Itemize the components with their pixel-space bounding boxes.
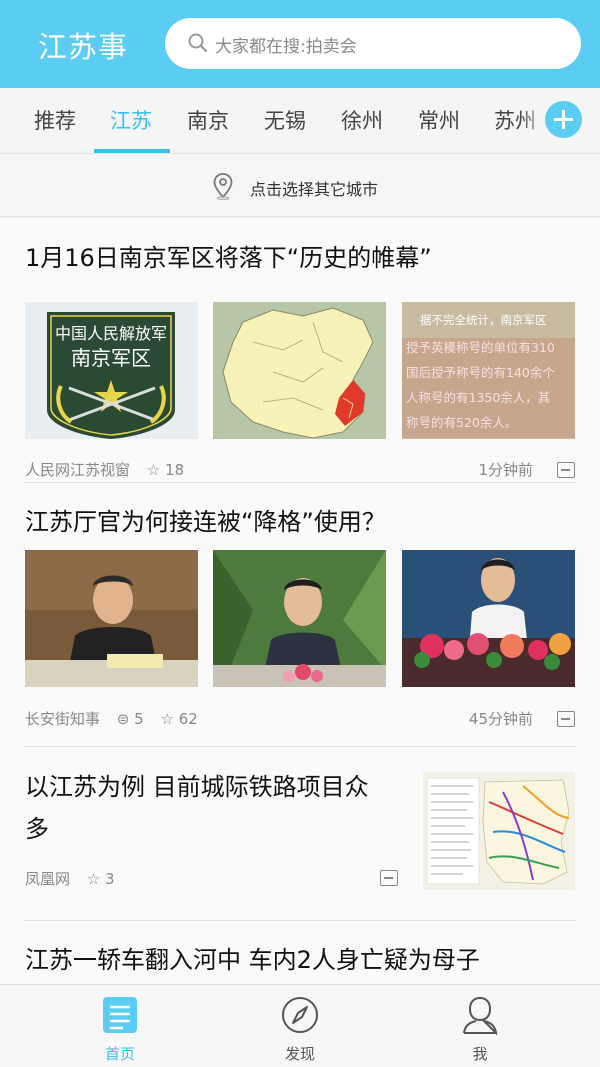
news-title: 江苏厅官为何接连被“降格”使用？ [25,508,386,536]
slide-text-1: 据不完全统计，南京军区 [420,313,547,327]
comment-count: 5 [134,710,144,728]
news-thumbnail [423,772,575,890]
news-thumbnails [25,550,575,687]
tab-nanjing[interactable]: 南京 [187,105,229,135]
tab-home[interactable]: 首页 [20,985,220,1067]
news-source: 凤凰网 [25,870,71,888]
tab-jiangsu[interactable]: 江苏 [110,105,152,135]
divider [25,920,575,921]
search-icon [188,33,208,53]
dismiss-icon[interactable] [380,870,398,886]
news-time: 1分钟前 [478,461,533,479]
news-thumbnail [213,550,386,687]
bottom-tab-bar: 首页 发现 我 [0,984,600,1067]
dismiss-icon[interactable] [557,462,575,478]
search-input[interactable]: 大家都在搜:拍卖会 [165,18,581,69]
divider [25,482,575,483]
news-thumbnails: 中国人民解放军 南京军区 据不完全统计，南京军区 授予英模称号的单位有310 国… [25,302,575,439]
news-source: 长安街知事 [25,710,101,728]
star-count: 62 [178,710,198,728]
tab-wuxi[interactable]: 无锡 [264,105,306,135]
star-icon: ☆ [146,461,161,479]
news-meta: 人民网江苏视窗 ☆ 18 [25,459,196,480]
badge-text-line2: 南京军区 [71,346,151,370]
compass-icon [282,997,318,1033]
star-icon: ☆ [160,710,174,728]
dismiss-icon[interactable] [557,711,575,727]
tab-recommend[interactable]: 推荐 [34,105,76,135]
news-thumbnail: 据不完全统计，南京军区 授予英模称号的单位有310 国后授予称号的有140余个 … [402,302,575,439]
news-thumbnail: 中国人民解放军 南京军区 [25,302,198,439]
app-header: 江苏事 大家都在搜:拍卖会 [0,0,600,88]
star-count: 3 [105,870,115,888]
city-select-bar[interactable]: 点击选择其它城市 [0,155,600,217]
news-title: 江苏一轿车翻入河中 车内2人身亡疑为母子 [25,946,480,974]
news-thumbnail [402,550,575,687]
news-title: 1月16日南京军区将落下“历史的帷幕” [25,244,432,272]
star-icon: ☆ [86,870,101,888]
news-meta: 凤凰网 ☆ 3 [25,868,127,889]
news-source: 人民网江苏视窗 [25,461,131,479]
news-item[interactable]: 以江苏为例 目前城际铁路项目众 多 凤凰网 ☆ 3 [25,766,575,916]
news-meta: 长安街知事 ⊜ 5 ☆ 62 [25,708,210,729]
tab-me[interactable]: 我 [380,985,580,1067]
add-channel-button[interactable] [545,101,582,138]
tab-discover-label: 发现 [284,1045,315,1063]
app-title: 江苏事 [38,30,129,64]
news-thumbnail [25,550,198,687]
news-feed: 1月16日南京军区将落下“历史的帷幕” 中国人民解放军 南京军区 据不完全统计，… [0,218,600,984]
search-placeholder: 大家都在搜:拍卖会 [215,37,357,57]
news-thumbnail [213,302,386,439]
location-pin-icon [213,173,233,200]
tab-changzhou[interactable]: 常州 [418,105,460,135]
star-count: 18 [165,461,185,479]
news-time: 45分钟前 [468,710,533,728]
channel-tabs: 推荐 江苏 南京 无锡 徐州 常州 苏州 [0,88,600,154]
tab-home-label: 首页 [104,1045,135,1063]
comment-icon: ⊜ [116,710,130,728]
tab-discover[interactable]: 发现 [200,985,400,1067]
news-item[interactable]: 1月16日南京军区将落下“历史的帷幕” 中国人民解放军 南京军区 据不完全统计，… [25,236,575,496]
city-select-label: 点击选择其它城市 [250,180,379,199]
home-doc-icon [103,997,137,1033]
news-item[interactable]: 江苏一轿车翻入河中 车内2人身亡疑为母子 [25,938,575,984]
tab-me-label: 我 [472,1045,488,1063]
news-item[interactable]: 江苏厅官为何接连被“降格”使用？ 长安街知事 ⊜ 5 ☆ 62 45分钟前 [25,500,575,750]
badge-text-line1: 中国人民解放军 [55,324,167,343]
tab-xuzhou[interactable]: 徐州 [341,105,383,135]
active-tab-indicator [94,149,170,153]
divider [25,746,575,747]
person-icon [463,996,498,1035]
